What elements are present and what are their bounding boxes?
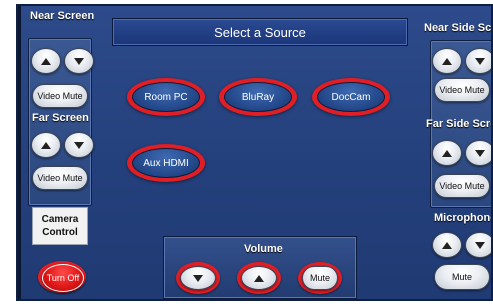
microphone-label: Microphone — [434, 212, 493, 224]
source-label: Aux HDMI — [132, 148, 200, 178]
near-screen-label: Near Screen — [30, 10, 95, 22]
volume-mute-highlight: Mute — [298, 262, 342, 294]
arrow-up-icon — [41, 57, 51, 65]
volume-down-button[interactable] — [180, 266, 216, 290]
volume-label: Volume — [244, 243, 283, 255]
source-aux-hdmi-button[interactable]: Aux HDMI — [127, 144, 205, 182]
far-screen-video-mute-button[interactable]: Video Mute — [32, 166, 88, 190]
arrow-up-icon — [442, 241, 452, 249]
source-doccam-button[interactable]: DocCam — [312, 78, 390, 116]
source-label: BluRay — [224, 82, 292, 112]
camera-control-label-line1: Camera — [41, 214, 79, 225]
camera-control-button[interactable]: Camera Control — [32, 207, 88, 245]
camera-control-label-line2: Control — [42, 227, 78, 238]
near-screen-down-button[interactable] — [64, 48, 94, 74]
arrow-up-icon — [442, 149, 452, 157]
volume-up-highlight — [237, 262, 281, 294]
volume-down-highlight — [176, 262, 220, 294]
near-side-video-mute-button[interactable]: Video Mute — [434, 78, 490, 102]
control-panel: Near Screen Video Mute Far Screen Video … — [16, 4, 493, 301]
microphone-up-button[interactable] — [432, 232, 462, 258]
far-screen-down-button[interactable] — [64, 132, 94, 158]
near-screen-video-mute-button[interactable]: Video Mute — [32, 84, 88, 108]
far-screen-label: Far Screen — [32, 112, 89, 124]
arrow-up-icon — [41, 141, 51, 149]
far-screen-up-button[interactable] — [31, 132, 61, 158]
near-screen-up-button[interactable] — [31, 48, 61, 74]
far-side-up-button[interactable] — [432, 140, 462, 166]
source-room-pc-button[interactable]: Room PC — [127, 78, 205, 116]
arrow-down-icon — [74, 141, 84, 149]
near-side-screen-label: Near Side Screen — [424, 22, 492, 34]
arrow-down-icon — [475, 149, 485, 157]
far-side-video-mute-button[interactable]: Video Mute — [434, 174, 490, 198]
turn-off-button[interactable]: Turn Off — [42, 264, 84, 292]
near-side-down-button[interactable] — [465, 48, 491, 74]
arrow-down-icon — [193, 274, 203, 282]
volume-up-button[interactable] — [241, 266, 277, 290]
source-bluray-button[interactable]: BluRay — [219, 78, 297, 116]
arrow-up-icon — [254, 274, 264, 282]
volume-mute-button[interactable]: Mute — [302, 266, 338, 290]
arrow-down-icon — [475, 57, 485, 65]
far-side-down-button[interactable] — [465, 140, 491, 166]
microphone-mute-button[interactable]: Mute — [434, 264, 490, 290]
far-side-screen-label: Far Side Screen — [426, 118, 491, 130]
arrow-down-icon — [475, 241, 485, 249]
page-title: Select a Source — [112, 18, 408, 46]
source-label: DocCam — [317, 82, 385, 112]
frame-edge-left — [18, 6, 21, 299]
arrow-up-icon — [442, 57, 452, 65]
arrow-down-icon — [74, 57, 84, 65]
microphone-down-button[interactable] — [465, 232, 491, 258]
near-side-up-button[interactable] — [432, 48, 462, 74]
source-label: Room PC — [132, 82, 200, 112]
